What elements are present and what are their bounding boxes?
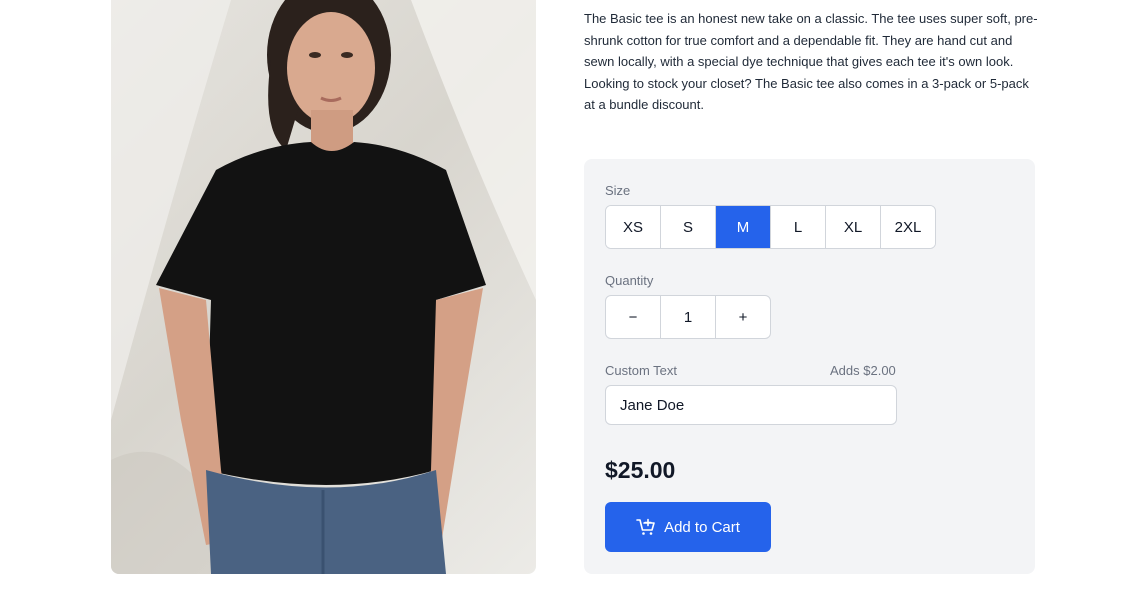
- increment-button[interactable]: +: [716, 296, 770, 338]
- size-label: Size: [605, 183, 631, 198]
- size-option-xs[interactable]: XS: [606, 206, 661, 248]
- plus-icon: +: [738, 308, 748, 326]
- product-price: $25.00: [605, 457, 676, 483]
- custom-text-label: Custom Text: [605, 363, 678, 378]
- size-selector: XS S M L XL 2XL: [605, 205, 936, 249]
- custom-text-input[interactable]: [605, 385, 897, 425]
- cart-plus-icon: [636, 518, 655, 535]
- size-option-2xl[interactable]: 2XL: [881, 206, 935, 248]
- size-option-s[interactable]: S: [661, 206, 716, 248]
- custom-text-price-note: Adds $2.00: [830, 363, 896, 378]
- decrement-button[interactable]: −: [606, 296, 661, 338]
- product-image: [111, 0, 536, 574]
- minus-icon: −: [628, 308, 638, 326]
- add-to-cart-label: Add to Cart: [664, 518, 740, 536]
- add-to-cart-button[interactable]: Add to Cart: [605, 502, 771, 552]
- quantity-label: Quantity: [605, 273, 654, 288]
- product-options-panel: Size XS S M L XL 2XL Quantity − 1 + Custom Te…: [584, 159, 1035, 574]
- size-option-xl[interactable]: XL: [826, 206, 881, 248]
- quantity-stepper: − 1 +: [605, 295, 771, 339]
- size-option-m[interactable]: M: [716, 206, 771, 248]
- product-description: The Basic tee is an honest new take on a…: [584, 11, 1038, 112]
- quantity-value: 1: [661, 296, 716, 338]
- size-option-l[interactable]: L: [771, 206, 826, 248]
